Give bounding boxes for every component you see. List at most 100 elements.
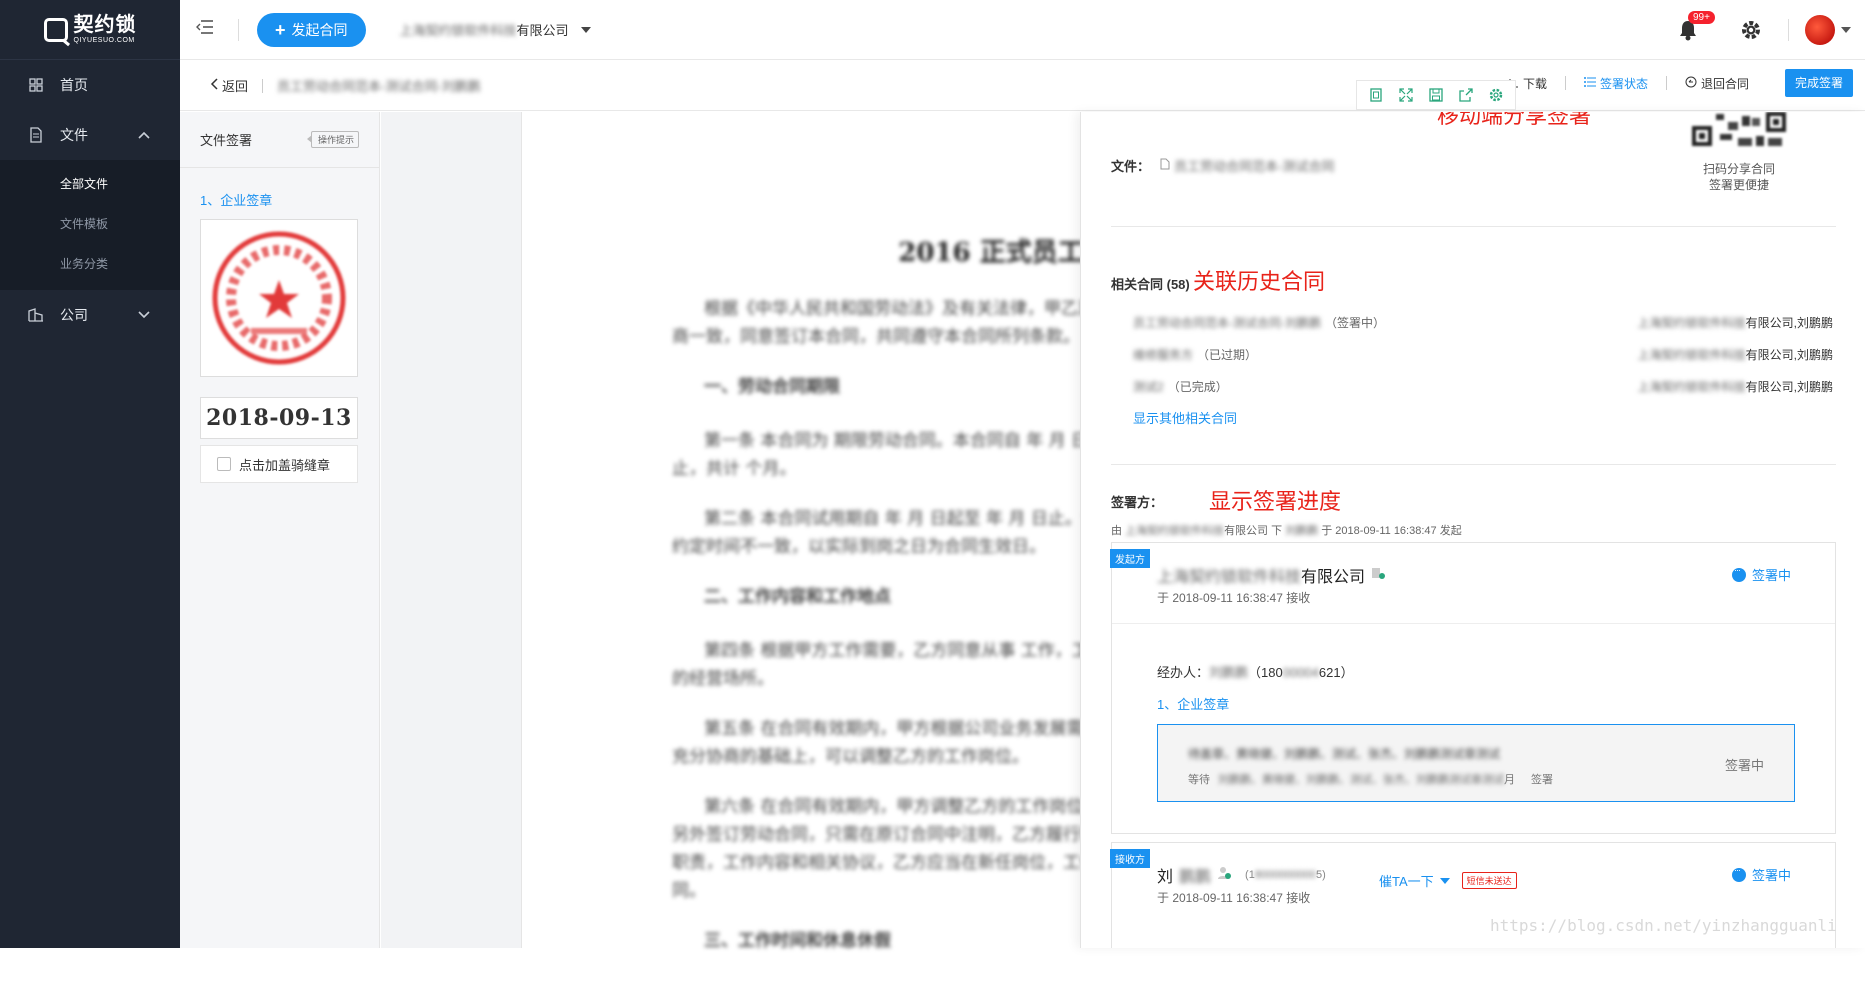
company-icon xyxy=(28,307,44,323)
receiver-phone: (180000000005) xyxy=(1245,869,1326,881)
avatar-caret-icon[interactable] xyxy=(1841,26,1851,33)
related-party-blurred: 上海契约锁软件科技 xyxy=(1637,315,1746,330)
initiator-name-blurred: 上海契约锁软件科技 xyxy=(1157,569,1302,586)
sidebar-subitem-categories[interactable]: 业务分类 xyxy=(0,244,180,284)
sidebar-item-files[interactable]: 文件 xyxy=(0,110,180,160)
signature-signers-blurred: 待盖章、黄晓健、刘鹏鹏、测试、张杰、刘鹏鹏测试章测试 xyxy=(1188,747,1501,761)
related-contract-item[interactable]: 测试2 （已完成） 上海契约锁软件科技有限公司,刘鹏鹏 xyxy=(1133,370,1833,402)
return-contract-label: 退回合同 xyxy=(1700,76,1749,91)
file-name[interactable]: 员工劳动合同范本-测试合同 xyxy=(1174,156,1334,175)
receiver-name: 刘鹏鹏 (180000000005) xyxy=(1157,863,1326,887)
related-contract-item[interactable]: 员工劳动合同范本-测试合同-刘鹏鹏 （签署中） 上海契约锁软件科技有限公司,刘鹏鹏 xyxy=(1133,306,1833,338)
receiver-phone-blurred: 8000000000 xyxy=(1254,869,1316,881)
seam-seal-option[interactable]: 点击加盖骑缝章 xyxy=(200,445,358,483)
file-icon xyxy=(28,127,44,143)
share-qr-block[interactable]: 扫码分享合同 签署更便捷 xyxy=(1669,112,1809,195)
plus-icon: + xyxy=(275,19,286,40)
initiator-name: 上海契约锁软件科技 有限公司 xyxy=(1157,563,1386,587)
chevron-left-icon xyxy=(210,78,218,93)
download-label: 下载 xyxy=(1522,76,1547,91)
company-name-blurred: 上海契约锁软件科技 xyxy=(399,23,517,38)
logo[interactable]: 契约锁 QIYUESUO.COM xyxy=(0,0,180,60)
settings-icon[interactable] xyxy=(1488,87,1504,103)
related-party: 有限公司,刘鹏鹏 xyxy=(1745,347,1833,362)
date-stamp[interactable]: 2018-09-13 xyxy=(200,397,358,439)
handler-phone-suffix: 621） xyxy=(1318,665,1354,680)
chevron-up-icon xyxy=(138,128,150,142)
start-contract-button[interactable]: + 发起合同 xyxy=(257,12,366,47)
save-icon[interactable] xyxy=(1428,87,1444,103)
handler-phone-blurred: 00004 xyxy=(1282,665,1319,680)
sign-status-label: 签署状态 xyxy=(1599,76,1648,91)
sidebar-subitem-templates[interactable]: 文件模板 xyxy=(0,204,180,244)
annotation-progress: 显示签署进度 xyxy=(1209,489,1342,514)
receiver-phone-suffix: 5) xyxy=(1316,869,1326,881)
back-label: 返回 xyxy=(222,79,249,94)
urge-button[interactable]: 催TA一下 短信未送达 xyxy=(1379,871,1517,890)
related-contract-parties: 上海契约锁软件科技有限公司,刘鹏鹏 xyxy=(1638,346,1833,363)
divider xyxy=(262,78,264,93)
back-link[interactable]: 返回 xyxy=(210,76,248,95)
start-contract-label: 发起合同 xyxy=(291,21,348,38)
settings-gear-icon[interactable] xyxy=(1740,19,1762,41)
receiver-time: 于 2018-09-11 16:38:47 接收 xyxy=(1157,891,1311,905)
sms-undelivered-badge: 短信未送达 xyxy=(1461,872,1517,889)
return-contract-button[interactable]: 退回合同 xyxy=(1685,75,1749,92)
origin-prefix: 由 xyxy=(1111,525,1122,537)
signature-requirement-box[interactable]: 待盖章、黄晓健、刘鹏鹏、测试、张杰、刘鹏鹏测试章测试 等待 刘鹏鹏、黄晓健、刘鹏… xyxy=(1157,724,1795,802)
annotation-history: 关联历史合同 xyxy=(1193,269,1326,294)
sign-panel-title: 文件签署 xyxy=(200,133,253,148)
related-contracts-label: 相关合同 (58) xyxy=(1111,277,1190,292)
list-icon xyxy=(1583,76,1596,90)
handler-info: 经办人：刘鹏鹏（18000004621） xyxy=(1157,662,1354,681)
menu-toggle-icon[interactable] xyxy=(196,19,220,40)
seal-section-title: 1、企业签章 xyxy=(200,193,273,208)
company-seal[interactable] xyxy=(200,219,358,377)
signers-label: 签署方： xyxy=(1111,495,1164,510)
company-selector[interactable]: 上海契约锁软件科技 有限公司 xyxy=(400,20,591,39)
document-title: 员工劳动合同范本-测试合同-刘鹏鹏 xyxy=(277,79,481,94)
more-status-icon xyxy=(1731,865,1746,882)
document-toolbar xyxy=(1356,80,1516,110)
fullscreen-icon[interactable] xyxy=(1398,87,1414,103)
seam-seal-checkbox[interactable] xyxy=(217,457,231,471)
origin-user-blurred: 刘鹏鹏 xyxy=(1285,525,1319,537)
wait-action: 签署 xyxy=(1531,774,1553,786)
sidebar-item-files-label: 文件 xyxy=(60,127,88,143)
sidebar-item-home[interactable]: 首页 xyxy=(0,60,180,110)
logo-title: 契约锁 xyxy=(73,14,137,36)
show-more-related-link[interactable]: 显示其他相关合同 xyxy=(1133,408,1237,427)
user-avatar[interactable] xyxy=(1805,14,1835,45)
divider xyxy=(1111,226,1836,227)
initiator-tag: 发起方 xyxy=(1110,549,1150,568)
document-header: 返回 员工劳动合同范本-测试合同-刘鹏鹏 下载 签署状态 退回合同 完成签署 xyxy=(180,61,1865,111)
sign-status-button[interactable]: 签署状态 xyxy=(1583,75,1648,92)
initiator-status: 签署中 xyxy=(1731,565,1791,584)
finish-signing-button[interactable]: 完成签署 xyxy=(1784,69,1853,97)
annotation-share: 移动端分享签署 xyxy=(1437,112,1592,128)
qr-caption-2: 签署更便捷 xyxy=(1708,178,1769,192)
contract-info-drawer: 文件： 员工劳动合同范本-测试合同 移动端分享签署 扫码分享合同 签署更便捷 相… xyxy=(1080,112,1865,948)
related-contracts-list: 员工劳动合同范本-测试合同-刘鹏鹏 （签署中） 上海契约锁软件科技有限公司,刘鹏鹏维… xyxy=(1133,306,1833,402)
verified-person-icon xyxy=(1217,866,1232,885)
related-contract-status: （已完成） xyxy=(1167,379,1228,394)
notification-bell-icon[interactable]: 99+ xyxy=(1678,10,1715,41)
seal-stamp-icon xyxy=(212,231,346,365)
related-contract-status: （签署中） xyxy=(1325,315,1386,330)
signature-status: 签署中 xyxy=(1724,758,1764,773)
watermark: https://blog.csdn.net/yinzhangguanli xyxy=(1490,916,1837,935)
divider xyxy=(1788,18,1789,41)
caret-down-icon xyxy=(1439,877,1450,884)
urge-label: 催TA一下 xyxy=(1379,874,1434,889)
receiver-phone-prefix: (1 xyxy=(1245,869,1255,881)
related-contract-item[interactable]: 维修服务方 （已过期） 上海契约锁软件科技有限公司,刘鹏鹏 xyxy=(1133,338,1833,370)
operation-tips-button[interactable]: 操作提示 xyxy=(306,131,359,148)
fit-page-icon[interactable] xyxy=(1368,87,1384,103)
sidebar-item-company[interactable]: 公司 xyxy=(0,290,180,340)
sidebar-subitem-all-files[interactable]: 全部文件 xyxy=(0,164,180,204)
divider xyxy=(1111,464,1836,465)
return-icon xyxy=(1685,76,1697,91)
share-icon[interactable] xyxy=(1458,87,1474,103)
sidebar-item-company-label: 公司 xyxy=(60,307,88,323)
enterprise-seal-link[interactable]: 1、企业签章 xyxy=(1157,694,1229,713)
